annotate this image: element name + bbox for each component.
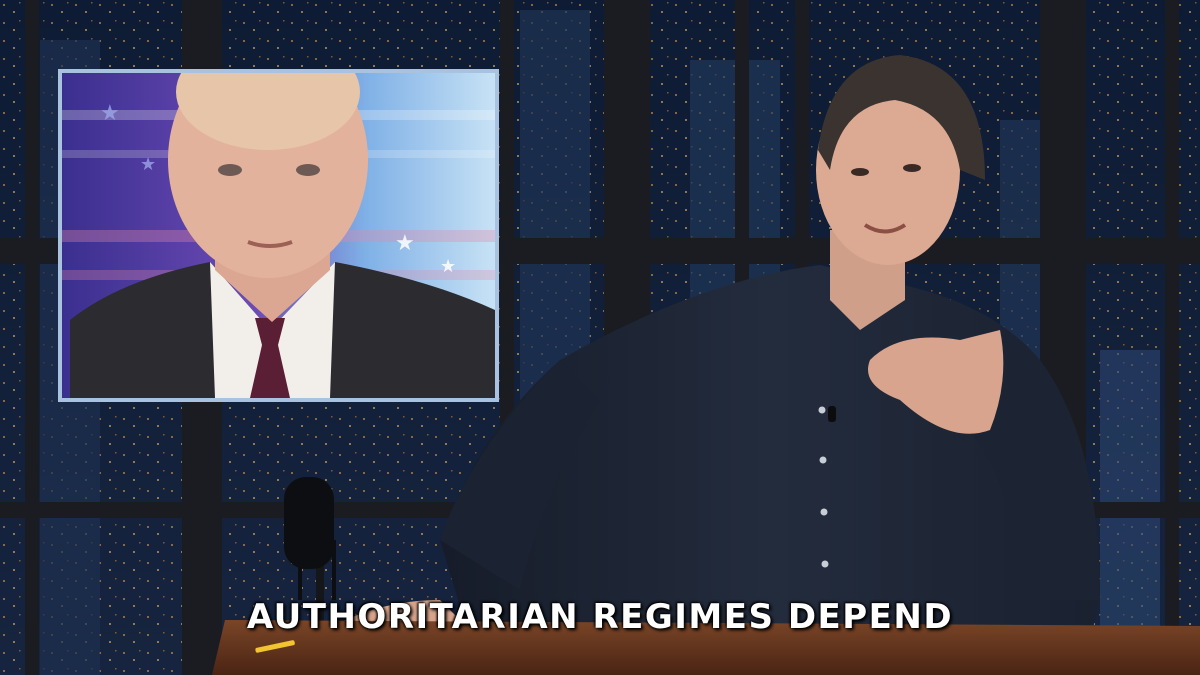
- closed-caption: AUTHORITARIAN REGIMES DEPEND: [246, 597, 954, 637]
- inset-news-graphic: ★ ★ ★ ★: [58, 69, 499, 402]
- talk-show-scene: ★ ★ ★ ★: [0, 0, 1200, 675]
- svg-text:★: ★: [395, 231, 415, 256]
- svg-text:★: ★: [140, 154, 156, 175]
- svg-text:★: ★: [440, 256, 456, 277]
- svg-text:★: ★: [100, 101, 120, 126]
